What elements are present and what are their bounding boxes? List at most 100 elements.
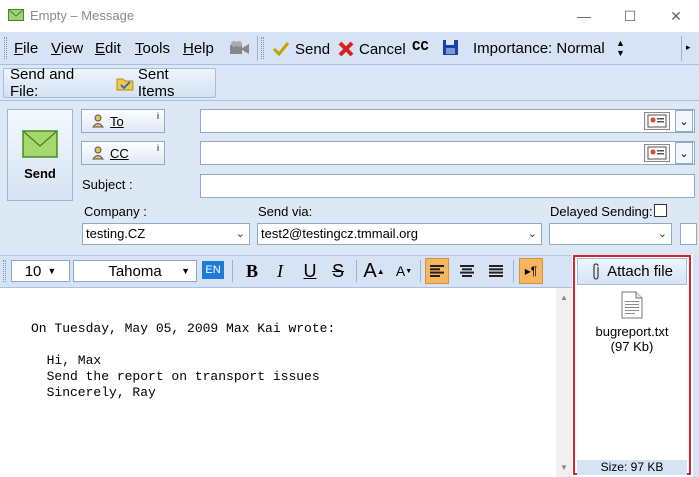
strikethrough-icon[interactable]: S xyxy=(326,258,350,284)
align-left-icon[interactable] xyxy=(425,258,449,284)
attach-file-button[interactable]: Attach file xyxy=(577,258,687,285)
address-book-icon[interactable] xyxy=(644,144,670,162)
bold-icon[interactable]: B xyxy=(240,258,264,284)
to-label: To xyxy=(110,113,124,129)
body-line: On Tuesday, May 05, 2009 Max Kai wrote: xyxy=(31,321,336,336)
language-badge[interactable]: EN xyxy=(202,261,224,279)
font-grow-icon[interactable]: A ▲ xyxy=(362,258,386,284)
info-mark: i xyxy=(157,111,159,121)
attachment-item[interactable]: bugreport.txt (97 Kb) xyxy=(577,291,687,354)
sent-items-button[interactable]: Sent Items xyxy=(116,66,209,100)
toolbar-separator xyxy=(257,36,258,61)
title-bar: Empty – Message — ☐ ✕ xyxy=(0,0,699,32)
company-label: Company : xyxy=(84,204,147,219)
cc-label: CC xyxy=(110,145,129,161)
delayed-sending-label: Delayed Sending: xyxy=(550,204,653,219)
toolbar-grip[interactable] xyxy=(3,260,6,282)
to-input[interactable] xyxy=(200,109,695,133)
chevron-down-icon: ⌄ xyxy=(657,228,667,240)
chevron-down-icon: ▼ xyxy=(181,266,190,276)
chevron-down-icon: ⌄ xyxy=(527,228,537,240)
font-size-select[interactable]: 10 ▼ xyxy=(11,260,70,282)
attachment-size: (97 Kb) xyxy=(610,339,654,354)
align-center-icon[interactable] xyxy=(455,258,479,284)
company-select[interactable]: testing.CZ ⌄ xyxy=(82,223,250,245)
underline-icon[interactable]: U xyxy=(298,258,322,284)
envelope-icon xyxy=(8,9,24,21)
send-via-select[interactable]: test2@testingcz.tmmail.org ⌄ xyxy=(257,223,542,245)
sent-items-label: Sent Items xyxy=(137,66,175,100)
panel-edge xyxy=(693,255,699,477)
body-line: Hi, Max xyxy=(31,353,102,368)
delayed-sending-select[interactable]: ⌄ xyxy=(549,223,672,245)
attach-file-label: Attach file xyxy=(607,263,673,280)
delayed-sending-checkbox[interactable] xyxy=(654,204,667,217)
cancel-label: Cancel xyxy=(359,40,406,58)
attachment-panel xyxy=(573,255,691,475)
address-book-icon[interactable] xyxy=(644,112,670,130)
toolbar-separator xyxy=(356,260,357,282)
to-dropdown-chevron-icon[interactable]: ⌄ xyxy=(675,110,693,132)
send-via-value: test2@testingcz.tmmail.org xyxy=(261,226,418,241)
menu-file[interactable]: File xyxy=(14,40,38,57)
scroll-up-icon[interactable]: ▲ xyxy=(556,289,572,305)
menu-edit[interactable]: Edit xyxy=(95,40,121,57)
checkmark-icon xyxy=(272,42,290,57)
attachment-total-size: Size: 97 KB xyxy=(577,460,687,475)
close-button[interactable]: ✕ xyxy=(653,0,699,32)
send-and-file-label: Send and File: xyxy=(10,66,75,100)
company-value: testing.CZ xyxy=(86,226,146,241)
message-body-editor[interactable]: On Tuesday, May 05, 2009 Max Kai wrote: … xyxy=(7,288,556,477)
font-name-select[interactable]: Tahoma ▼ xyxy=(73,260,197,282)
toolbar-separator xyxy=(513,260,514,282)
save-icon[interactable] xyxy=(442,39,459,59)
align-justify-icon[interactable] xyxy=(484,258,508,284)
toolbar-grip[interactable] xyxy=(4,37,7,59)
font-shrink-icon[interactable]: A ▼ xyxy=(392,258,416,284)
cc-dropdown-chevron-icon[interactable]: ⌄ xyxy=(675,142,693,164)
cancel-x-icon xyxy=(338,41,354,57)
toolbar-separator xyxy=(420,260,421,282)
person-icon xyxy=(92,114,104,128)
menu-help[interactable]: Help xyxy=(183,40,214,57)
folder-check-icon xyxy=(116,78,134,91)
subject-input[interactable] xyxy=(200,174,695,198)
menu-tools[interactable]: Tools xyxy=(135,40,170,57)
to-button[interactable]: To i xyxy=(81,109,165,133)
chevron-down-icon: ▼ xyxy=(47,266,57,276)
cancel-button[interactable]: Cancel xyxy=(338,38,406,60)
maximize-button[interactable]: ☐ xyxy=(607,0,653,32)
minimize-button[interactable]: — xyxy=(561,0,607,32)
editor-scrollbar[interactable] xyxy=(556,288,572,477)
send-via-label: Send via: xyxy=(258,204,313,219)
body-line: Sincerely, Ray xyxy=(31,385,156,400)
subject-label: Subject : xyxy=(82,177,133,192)
text-file-icon xyxy=(621,291,643,319)
send-big-button[interactable]: Send xyxy=(7,109,73,201)
cc-toggle-button[interactable]: CC xyxy=(412,39,429,55)
paperclip-icon xyxy=(593,262,599,280)
menu-view[interactable]: View xyxy=(51,40,83,57)
importance-dropdown[interactable]: Importance: Normal xyxy=(473,40,605,57)
info-mark: i xyxy=(157,143,159,153)
italic-icon[interactable]: I xyxy=(268,258,292,284)
toolbar-separator xyxy=(681,36,682,61)
cc-button[interactable]: CC i xyxy=(81,141,165,165)
attachment-name: bugreport.txt xyxy=(595,324,669,339)
chevron-down-icon: ⌄ xyxy=(235,228,245,240)
camera-icon[interactable] xyxy=(229,40,251,59)
send-and-file-group: Send and File: Sent Items xyxy=(3,66,216,100)
delayed-time-field[interactable] xyxy=(680,223,697,245)
main-toolbar: File View Edit Tools Help Send Cancel CC… xyxy=(0,32,699,65)
paragraph-marks-icon[interactable]: ▸¶ xyxy=(519,258,543,284)
scroll-down-icon[interactable]: ▼ xyxy=(556,459,572,475)
send-button[interactable]: Send xyxy=(272,38,330,60)
body-line: Send the report on transport issues xyxy=(31,369,320,384)
toolbar-grip[interactable] xyxy=(261,37,264,59)
send-big-label: Send xyxy=(24,165,56,181)
toolbar-overflow-icon[interactable]: ▸ xyxy=(686,42,691,53)
toolbar-separator xyxy=(232,260,233,282)
cc-input[interactable] xyxy=(200,141,695,165)
importance-chevron-icon[interactable]: ▲ ▼ xyxy=(616,38,625,58)
font-size-value: 10 xyxy=(24,262,42,280)
